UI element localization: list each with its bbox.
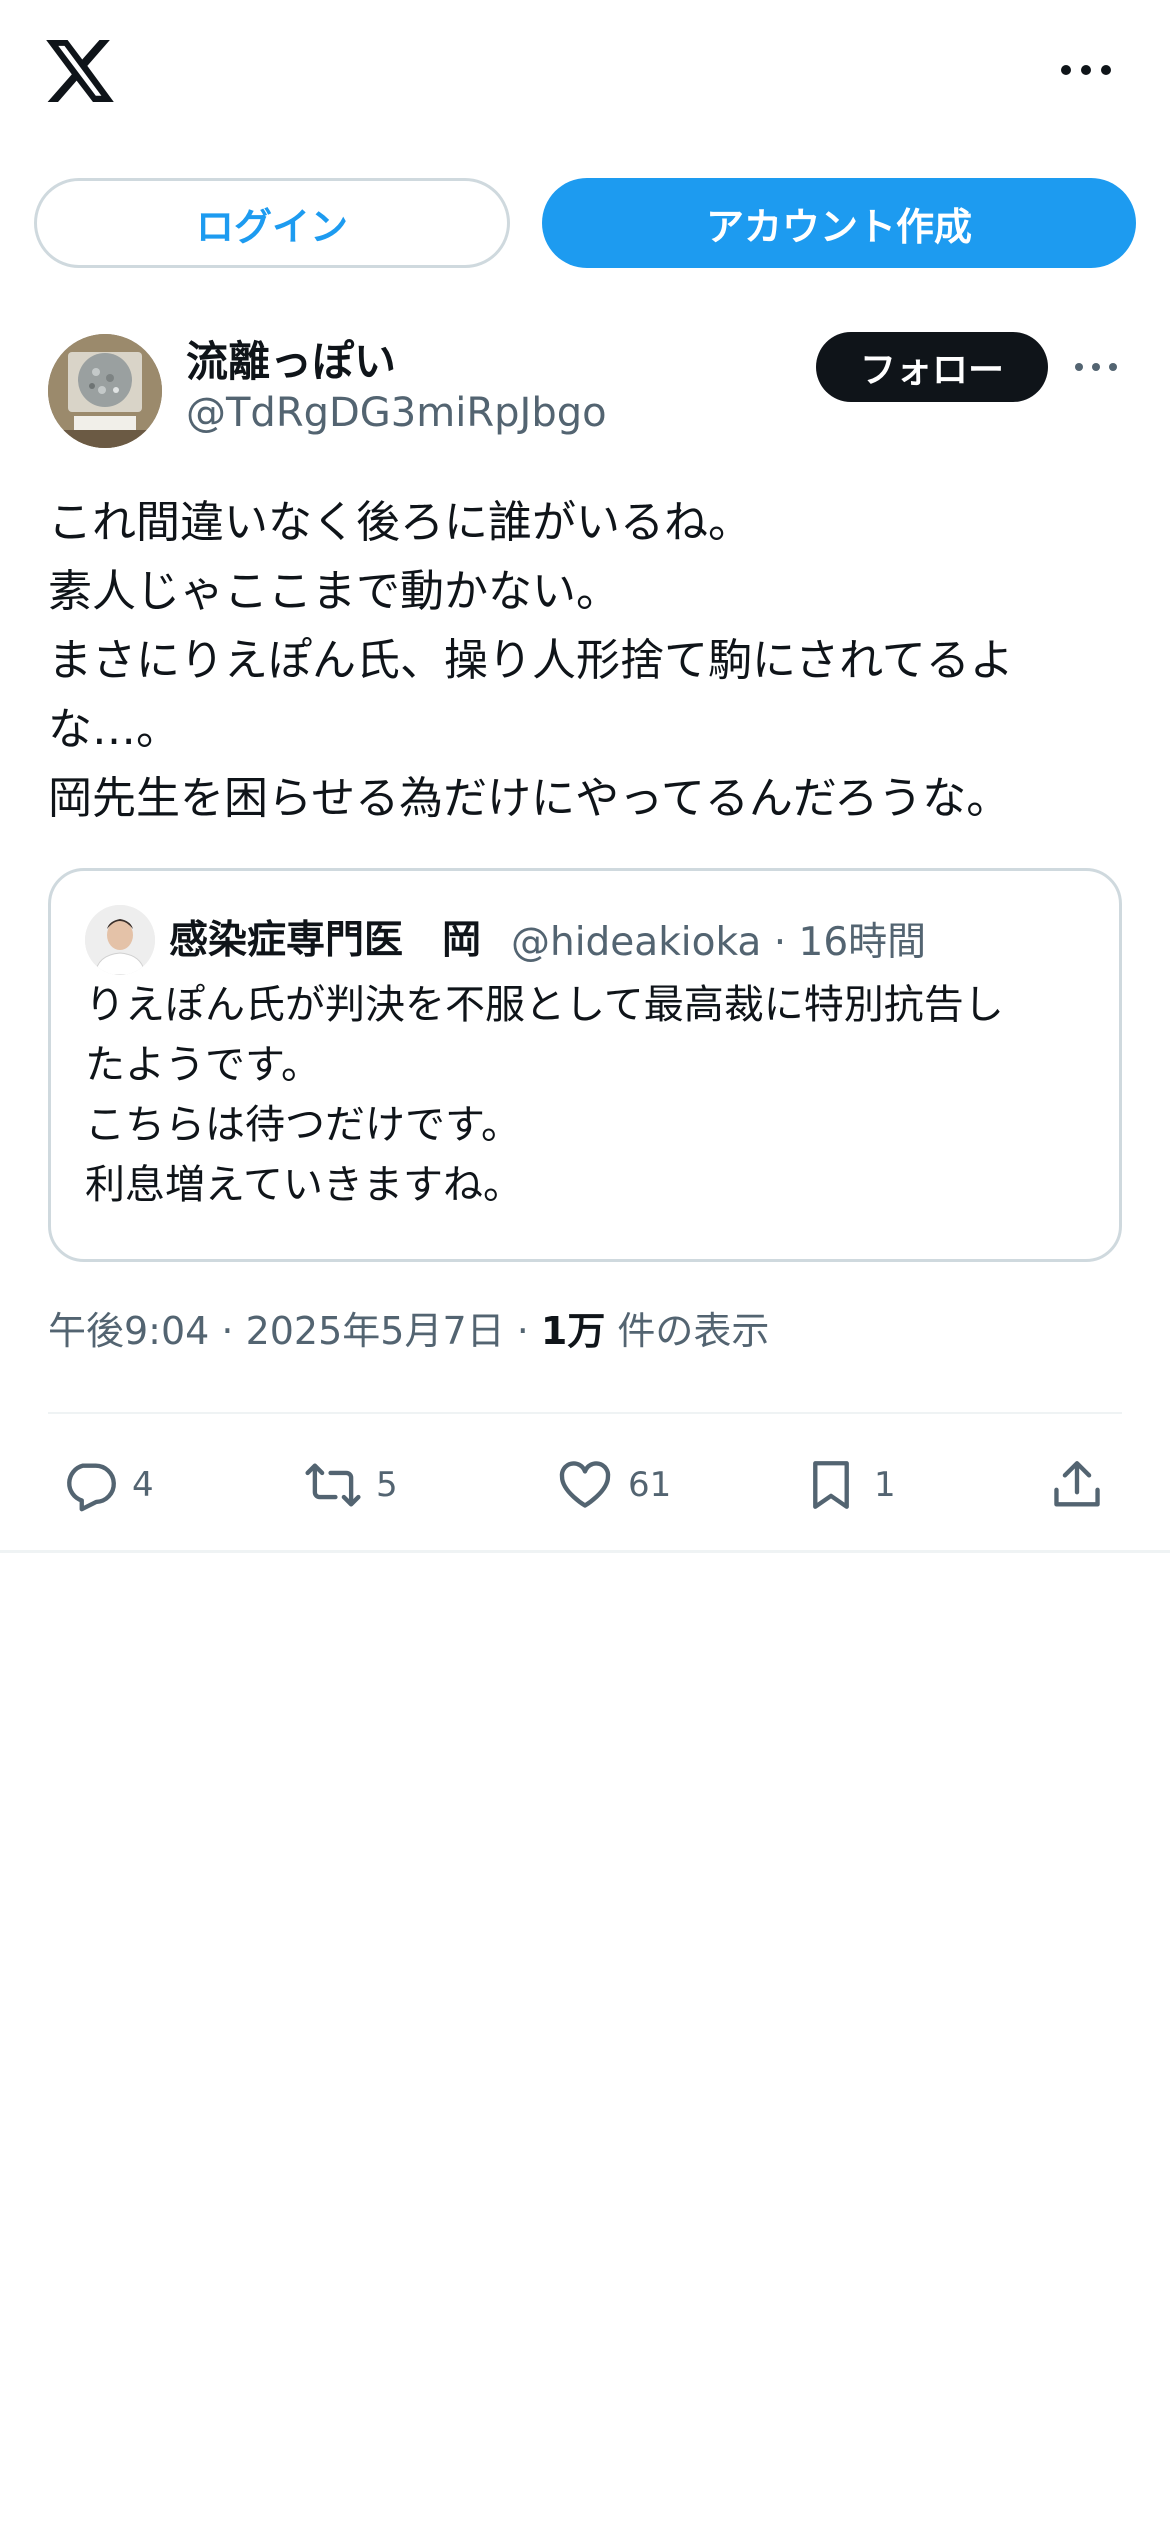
quote-body-line: こちらは待つだけです。 xyxy=(85,1102,521,1148)
divider xyxy=(48,1412,1122,1414)
timestamp-text[interactable]: 午後9:04 · 2025年5月7日 · xyxy=(48,1309,541,1353)
heart-icon xyxy=(559,1461,611,1508)
reply-button[interactable]: 4 xyxy=(60,1440,154,1530)
x-logo-icon[interactable] xyxy=(46,40,114,102)
signup-button[interactable]: アカウント作成 xyxy=(542,178,1136,268)
views-count: 1万 xyxy=(540,1309,606,1353)
views-label: 件の表示 xyxy=(605,1309,770,1353)
tweet-body-line: な…。 xyxy=(48,704,180,755)
tweet-body-line: 素人じゃここまで動かない。 xyxy=(48,566,620,617)
quote-author-name[interactable]: 感染症専門医 岡 xyxy=(169,909,481,965)
avatar[interactable] xyxy=(48,334,162,448)
author-name[interactable]: 流離っぽい xyxy=(186,328,396,389)
top-bar xyxy=(0,0,1170,150)
quote-body-line: りえぽん氏が判決を不服として最高裁に特別抗告し xyxy=(85,982,1004,1028)
tweet-body-line: これ間違いなく後ろに誰がいるね。 xyxy=(48,497,752,548)
more-horizontal-icon[interactable] xyxy=(1074,358,1118,376)
bookmark-button[interactable]: 1 xyxy=(802,1440,896,1530)
quote-body-line: たようです。 xyxy=(85,1042,321,1088)
share-icon xyxy=(1054,1461,1100,1507)
tweet-body-line: 岡先生を困らせる為だけにやってるんだろうな。 xyxy=(48,773,1011,824)
share-button[interactable] xyxy=(1048,1440,1106,1530)
tweet-body-line: まさにりえぽん氏、操り人形捨て駒にされてるよ xyxy=(48,635,1014,686)
quote-author-handle[interactable]: @hideakioka xyxy=(511,920,761,965)
auth-buttons: ログイン アカウント作成 xyxy=(0,178,1170,270)
quote-avatar[interactable] xyxy=(85,905,155,975)
quote-body: りえぽん氏が判決を不服として最高裁に特別抗告し たようです。 こちらは待つだけで… xyxy=(85,975,1095,1215)
quote-separator: · xyxy=(773,920,799,965)
tweet-timestamp: 午後9:04 · 2025年5月7日 · 1万 件の表示 xyxy=(48,1300,769,1355)
action-bar: 4 5 61 1 xyxy=(0,1440,1170,1530)
quote-meta: @hideakioka · 16時間 xyxy=(511,911,926,967)
divider xyxy=(0,1550,1170,1553)
quote-body-line: 利息増えていきますね。 xyxy=(85,1162,523,1208)
retweet-count: 5 xyxy=(376,1465,398,1505)
quote-time: 16時間 xyxy=(798,920,927,965)
quote-avatar-image xyxy=(85,905,155,975)
retweet-button[interactable]: 5 xyxy=(304,1440,398,1530)
quoted-tweet[interactable]: 感染症専門医 岡 @hideakioka · 16時間 りえぽん氏が判決を不服と… xyxy=(48,868,1122,1262)
bookmark-icon xyxy=(813,1461,849,1509)
avatar-image xyxy=(48,334,162,448)
bookmark-count: 1 xyxy=(874,1465,896,1505)
login-button[interactable]: ログイン xyxy=(34,178,510,268)
reply-count: 4 xyxy=(132,1465,154,1505)
more-horizontal-icon[interactable] xyxy=(1060,58,1112,82)
reply-icon xyxy=(67,1463,116,1512)
like-count: 61 xyxy=(628,1465,672,1505)
retweet-icon xyxy=(305,1463,361,1507)
follow-button[interactable]: フォロー xyxy=(816,332,1048,402)
like-button[interactable]: 61 xyxy=(556,1440,671,1530)
author-handle[interactable]: @TdRgDG3miRpJbgo xyxy=(186,390,607,436)
tweet-body: これ間違いなく後ろに誰がいるね。 素人じゃここまで動かない。 まさにりえぽん氏、… xyxy=(48,488,1128,833)
